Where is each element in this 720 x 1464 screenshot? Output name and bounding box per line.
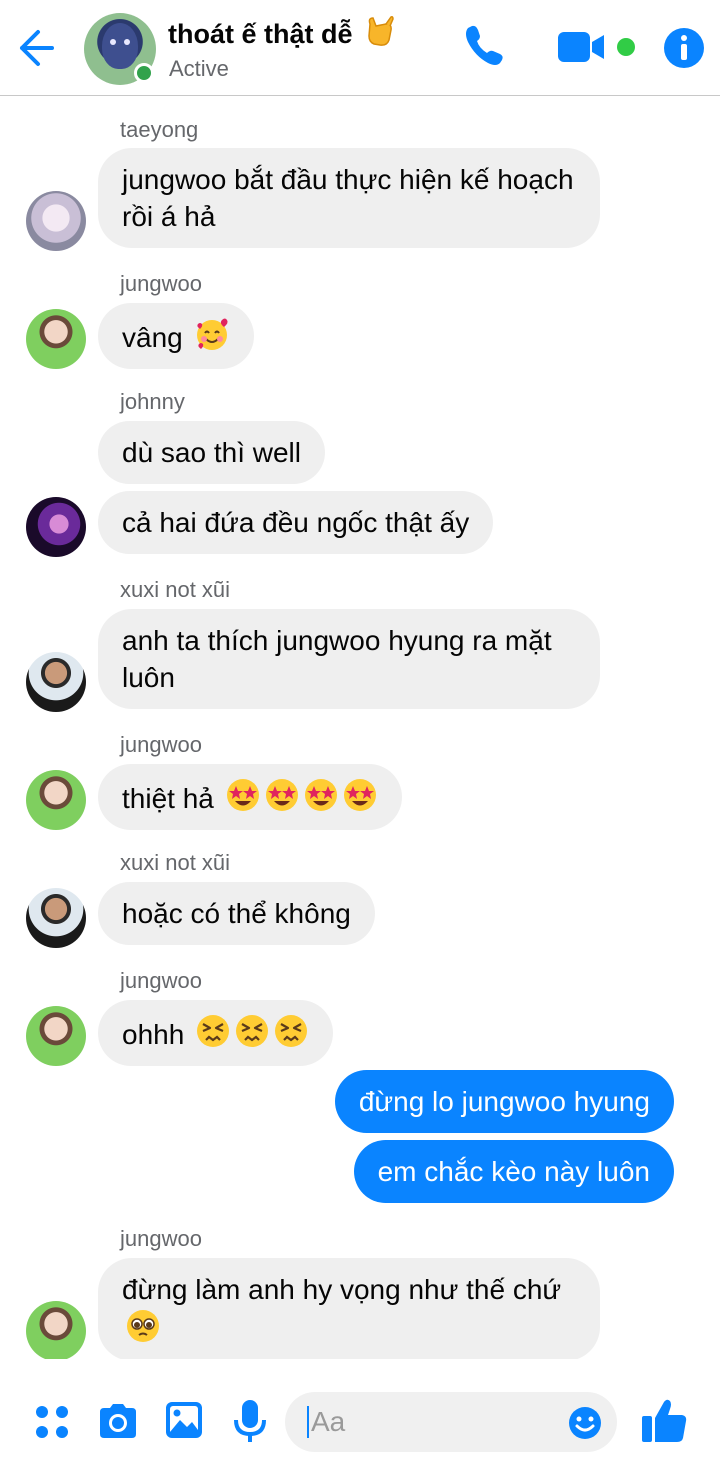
message-text: anh ta thích jungwoo hyung ra mặt luôn [122, 625, 552, 693]
persevering-face-emoji [197, 1015, 230, 1047]
camera-icon[interactable] [96, 1402, 140, 1440]
message-composer: Aa [0, 1378, 720, 1464]
message-text: hoặc có thể không [122, 898, 351, 929]
sender-name: jungwoo [120, 1226, 202, 1251]
group-avatar[interactable] [84, 13, 156, 85]
avatar[interactable] [26, 497, 86, 557]
star-struck-emoji [343, 779, 376, 811]
message-input-placeholder: Aa [307, 1406, 345, 1438]
avatar-eye [124, 39, 130, 45]
phone-icon[interactable] [462, 22, 508, 68]
message-bubble[interactable]: hoặc có thể không [98, 882, 375, 945]
avatar[interactable] [26, 191, 86, 251]
avatar[interactable] [26, 309, 86, 369]
message-text: dù sao thì well [122, 437, 301, 468]
message-input[interactable]: Aa [285, 1392, 617, 1452]
persevering-face-emoji [236, 1015, 269, 1047]
chat-title[interactable]: thoát ế thật dễ [168, 14, 394, 50]
message-text: đừng làm anh hy vọng như thế chứ [122, 1274, 562, 1305]
chat-header: thoát ế thật dễ Active [0, 0, 720, 96]
outgoing-message-bubble[interactable]: em chắc kèo này luôn [353, 1140, 674, 1203]
microphone-icon[interactable] [232, 1398, 268, 1444]
apps-grid-icon[interactable] [34, 1404, 70, 1440]
back-arrow-icon[interactable] [16, 26, 56, 70]
avatar[interactable] [26, 888, 86, 948]
message-bubble[interactable]: jungwoo bắt đầu thực hiện kế hoạch rồi á… [98, 148, 600, 248]
message-text: jungwoo bắt đầu thực hiện kế hoạch rồi á… [122, 164, 574, 232]
sender-name: xuxi not xũi [120, 850, 231, 875]
outgoing-message-bubble[interactable]: đừng lo jungwoo hyung [334, 1070, 674, 1133]
star-struck-emoji [226, 779, 259, 811]
sender-name: jungwoo [120, 968, 202, 993]
persevering-emoji-group [192, 1015, 309, 1050]
message-bubble[interactable]: cả hai đứa đều ngốc thật ấy [98, 491, 494, 554]
message-bubble[interactable]: thiệt hả [98, 764, 402, 830]
sender-name: jungwoo [120, 732, 202, 757]
sender-name: jungwoo [120, 271, 202, 296]
avatar[interactable] [26, 1006, 86, 1066]
gallery-icon[interactable] [164, 1400, 204, 1440]
pleading-face-emoji [127, 1310, 159, 1342]
chat-title-text: thoát ế thật dễ [168, 19, 353, 49]
message-text: vâng [122, 322, 183, 353]
avatar[interactable] [26, 652, 86, 712]
call-me-hand-icon [368, 16, 394, 46]
message-text: ohhh [122, 1019, 185, 1050]
message-text: cả hai đứa đều ngốc thật ấy [122, 507, 470, 538]
message-text: em chắc kèo này luôn [377, 1156, 650, 1187]
video-camera-icon[interactable] [556, 30, 606, 64]
info-icon[interactable] [662, 26, 706, 70]
star-struck-emoji [304, 779, 337, 811]
avatar[interactable] [26, 770, 86, 830]
message-list[interactable]: taeyong jungwoo bắt đầu thực hiện kế hoạ… [0, 97, 720, 1359]
smiling-face-with-hearts-emoji [196, 318, 228, 350]
persevering-face-emoji [275, 1015, 308, 1047]
sender-name: xuxi not xũi [120, 577, 231, 602]
sender-name: taeyong [120, 117, 199, 142]
message-bubble[interactable]: ohhh [98, 1000, 334, 1066]
avatar[interactable] [26, 1301, 86, 1359]
star-struck-emoji-group [222, 779, 378, 814]
smile-icon[interactable] [568, 1406, 602, 1440]
avatar-eye [110, 39, 116, 45]
message-text: đừng lo jungwoo hyung [358, 1086, 650, 1117]
avatar-face [102, 23, 138, 69]
message-bubble[interactable]: đừng làm anh hy vọng như thế chứ [98, 1258, 600, 1359]
message-bubble[interactable]: vâng [98, 303, 254, 369]
active-status: Active [169, 56, 229, 81]
star-struck-emoji [265, 779, 298, 811]
sender-name: johnny [120, 389, 185, 414]
online-status-dot [134, 63, 154, 83]
active-call-dot [617, 38, 635, 56]
message-text: thiệt hả [122, 783, 214, 814]
message-bubble[interactable]: dù sao thì well [98, 421, 325, 484]
thumbs-up-icon[interactable] [640, 1396, 690, 1446]
message-bubble[interactable]: anh ta thích jungwoo hyung ra mặt luôn [98, 609, 600, 709]
